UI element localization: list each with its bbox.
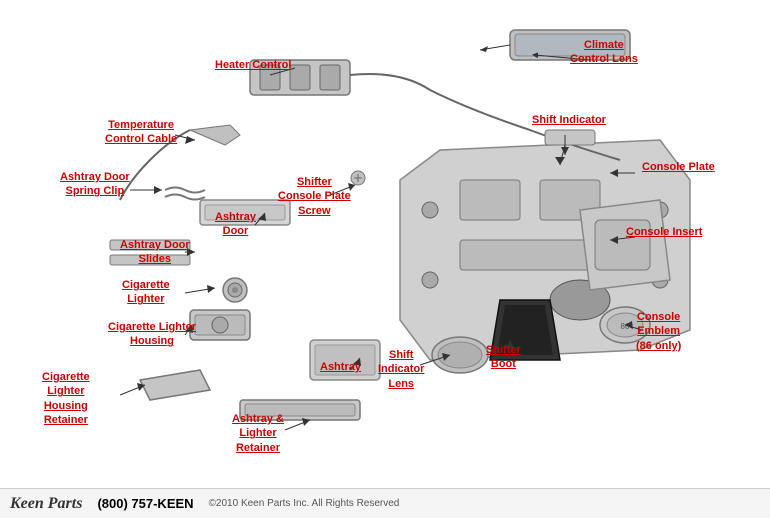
label-heater-control: Heater Control <box>215 58 291 72</box>
label-ashtray: Ashtray <box>320 360 361 374</box>
label-console-emblem: ConsoleEmblem(86 only) <box>636 310 681 353</box>
footer: Keen Parts (800) 757-KEEN ©2010 Keen Par… <box>0 488 770 518</box>
label-ashtray-lighter-retainer: Ashtray &LighterRetainer <box>232 412 284 455</box>
label-console-plate: Console Plate <box>642 160 715 174</box>
label-ashtray-door: AshtrayDoor <box>215 210 256 239</box>
footer-copyright: ©2010 Keen Parts Inc. All Rights Reserve… <box>209 498 400 509</box>
footer-phone: (800) 757-KEEN <box>97 496 193 511</box>
footer-logo: Keen Parts <box>10 495 82 513</box>
label-climate-control-lens: ClimateControl Lens <box>570 38 638 67</box>
label-cigarette-lighter-housing: Cigarette LighterHousing <box>108 320 196 349</box>
parts-diagram: 86 <box>0 0 770 488</box>
label-console-insert: Console Insert <box>626 225 702 239</box>
label-shifter-console-plate-screw: ShifterConsole PlateScrew <box>278 175 351 218</box>
label-cigarette-lighter-housing-retainer: CigaretteLighterHousingRetainer <box>42 370 90 427</box>
label-shift-indicator: Shift Indicator <box>532 113 606 127</box>
label-shifter-boot: ShifterBoot <box>486 343 521 372</box>
label-temperature-control-cable: TemperatureControl Cable <box>105 118 177 147</box>
diagram-container: 86 <box>0 0 770 518</box>
label-ashtray-door-slides: Ashtray DoorSlides <box>120 238 190 267</box>
label-shift-indicator-lens: ShiftIndicatorLens <box>378 348 424 391</box>
label-ashtray-door-spring-clip: Ashtray DoorSpring Clip <box>60 170 130 199</box>
label-cigarette-lighter: CigaretteLighter <box>122 278 170 307</box>
